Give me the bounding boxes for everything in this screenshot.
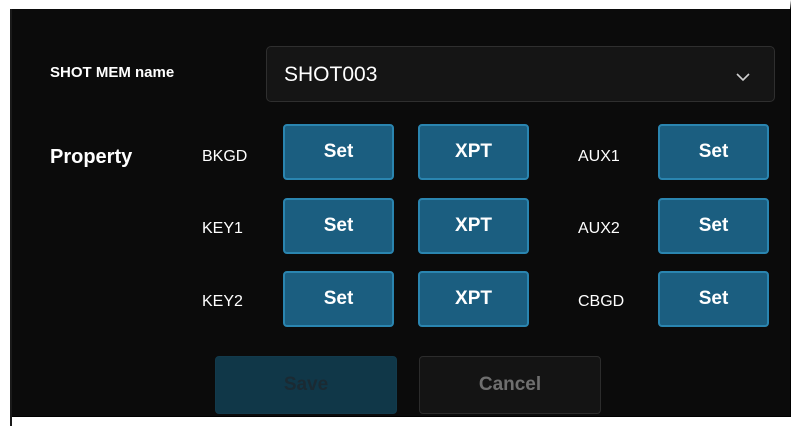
cbgd-set-button[interactable]: Set <box>658 271 769 327</box>
shot-mem-name-select[interactable]: SHOT003 <box>266 46 775 102</box>
row-label-aux2: AUX2 <box>578 220 620 237</box>
shot-mem-name-label: SHOT MEM name <box>50 64 175 81</box>
shot-mem-name-value: SHOT003 <box>284 63 378 86</box>
row-label-bkgd: BKGD <box>202 148 248 165</box>
row-label-aux1: AUX1 <box>578 148 620 165</box>
aux1-set-button[interactable]: Set <box>658 124 769 180</box>
property-label: Property <box>50 146 133 168</box>
row-label-key1: KEY1 <box>202 220 243 237</box>
shot-mem-dialog: SHOT MEM name SHOT003 Property BKGD Set … <box>0 0 791 426</box>
row-label-cbgd: CBGD <box>578 293 625 310</box>
key2-xpt-button[interactable]: XPT <box>418 271 529 327</box>
aux2-set-button[interactable]: Set <box>658 198 769 254</box>
row-label-key2: KEY2 <box>202 293 243 310</box>
key2-set-button[interactable]: Set <box>283 271 394 327</box>
bkgd-set-button[interactable]: Set <box>283 124 394 180</box>
chevron-down-icon <box>736 69 750 87</box>
bkgd-xpt-button[interactable]: XPT <box>418 124 529 180</box>
key1-set-button[interactable]: Set <box>283 198 394 254</box>
save-button[interactable]: Save <box>215 356 397 414</box>
key1-xpt-button[interactable]: XPT <box>418 198 529 254</box>
cancel-button[interactable]: Cancel <box>419 356 601 414</box>
